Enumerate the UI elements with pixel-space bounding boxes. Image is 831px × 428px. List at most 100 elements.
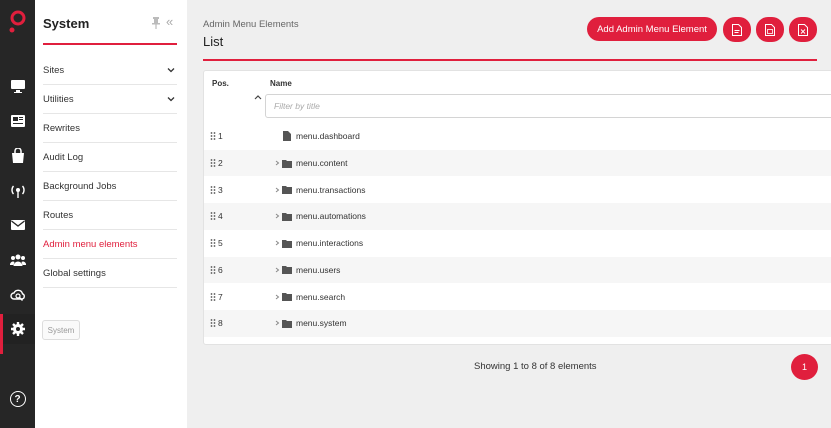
users-icon [9,254,26,266]
drag-handle-icon[interactable] [210,158,216,168]
expand-caret-icon[interactable] [274,294,280,300]
sort-ascending-icon[interactable] [254,93,262,101]
pdf-file-icon [732,23,742,36]
rail-item-mail[interactable] [0,210,35,240]
expand-caret-icon[interactable] [274,267,280,273]
folder-icon [282,159,292,168]
sidebar-item-routes[interactable]: Routes [43,201,177,230]
table-row[interactable]: 6 menu.users [204,256,831,284]
row-position: 3 [218,184,223,195]
sidebar-item-label: Admin menu elements [43,238,138,250]
drag-handle-icon[interactable] [210,131,216,141]
folder-icon [282,239,292,248]
sidebar-item-global-settings[interactable]: Global settings [43,259,177,288]
broadcast-icon [10,185,25,198]
sidebar-item-background-jobs[interactable]: Background Jobs [43,172,177,201]
row-name[interactable]: menu.users [296,265,340,275]
rail-item-newspaper[interactable] [0,106,35,136]
help-button[interactable]: ? [0,386,35,412]
drag-handle-icon[interactable] [210,238,216,248]
drag-handle-icon[interactable] [210,265,216,275]
expand-caret-icon[interactable] [274,213,280,219]
row-name[interactable]: menu.content [296,158,348,168]
filter-by-title-input[interactable]: Filter by title [265,94,831,118]
table-row[interactable]: 7 menu.search [204,283,831,310]
row-position: 2 [218,158,223,169]
column-header-pos[interactable]: Pos. [212,79,229,88]
sidebar-item-label: Rewrites [43,122,80,134]
add-admin-menu-element-button[interactable]: Add Admin Menu Element [587,17,717,41]
table-row[interactable]: 3 menu.transactions [204,176,831,203]
breadcrumb[interactable]: Admin Menu Elements [203,19,299,30]
logo-icon[interactable] [8,10,28,34]
collapse-sidebar-icon[interactable]: « [166,14,173,29]
table-row[interactable]: 4 menu.automations [204,203,831,230]
sidebar-title-underline [43,43,177,45]
sidebar-item-admin-menu-elements[interactable]: Admin menu elements [43,230,177,259]
drag-handle-icon[interactable] [210,211,216,221]
row-name[interactable]: menu.automations [296,211,366,221]
rail-item-cloud-search[interactable] [0,280,35,310]
sidebar-item-label: Sites [43,64,65,76]
sidebar-item-sites[interactable]: Sites [43,56,177,85]
drag-handle-icon[interactable] [210,318,216,328]
row-name[interactable]: menu.system [296,318,347,328]
table-row[interactable]: 1 menu.dashboard [204,123,831,150]
folder-icon [282,212,292,221]
page-button[interactable]: 1 [791,354,818,380]
export-csv-button[interactable] [756,17,784,42]
expand-caret-icon[interactable] [274,240,280,246]
row-name[interactable]: menu.transactions [296,185,365,195]
row-position: 7 [218,291,223,302]
page-title: List [203,34,224,49]
rail-item-broadcast[interactable] [0,176,35,206]
mail-icon [10,220,25,230]
expand-caret-icon[interactable] [274,187,280,193]
help-icon: ? [9,391,26,407]
folder-icon [282,266,292,275]
row-position: 1 [218,131,223,142]
cloud-search-icon [9,289,25,301]
table-row[interactable]: 8 menu.system [204,309,831,337]
sidebar-item-label: Audit Log [43,151,84,163]
chevron-down-icon [167,68,175,73]
row-position: 4 [218,211,223,222]
row-name[interactable]: menu.interactions [296,238,363,248]
folder-icon [282,293,292,302]
shopping-bag-icon [11,148,24,163]
folder-icon [282,186,292,195]
export-pdf-button[interactable] [723,17,751,42]
csv-file-icon [765,23,775,36]
pin-icon[interactable] [151,17,161,29]
table-row[interactable]: 2 menu.content [204,149,831,177]
chevron-down-icon [167,97,175,102]
row-name[interactable]: menu.search [296,292,345,302]
section-sidebar: System « Sites Utilities Rewrites Audit Log… [35,0,187,428]
monitor-icon [10,80,25,93]
expand-caret-icon[interactable] [274,160,280,166]
rail-item-monitor[interactable] [0,71,35,101]
row-position: 5 [218,238,223,249]
drag-handle-icon[interactable] [210,292,216,302]
file-icon [283,131,291,142]
gear-icon [10,322,25,336]
sidebar-item-rewrites[interactable]: Rewrites [43,114,177,143]
excel-file-icon [798,23,808,36]
row-position: 6 [218,264,223,275]
rail-item-users[interactable] [0,245,35,275]
rail-item-shopping-bag[interactable] [0,141,35,171]
folder-icon [282,319,292,328]
sidebar-item-label: Global settings [43,267,106,279]
table-row[interactable]: 5 menu.interactions [204,230,831,257]
export-excel-button[interactable] [789,17,817,42]
expand-caret-icon[interactable] [274,320,280,326]
newspaper-icon [10,115,25,127]
elements-table: Pos. Name Filter by title 1 menu.dashboar… [203,70,831,345]
sidebar-item-audit-log[interactable]: Audit Log [43,143,177,172]
main-content: Admin Menu Elements List Add Admin Menu … [187,0,831,428]
column-header-name[interactable]: Name [270,79,292,88]
row-name[interactable]: menu.dashboard [296,131,360,141]
rail-item-gear[interactable] [0,314,35,354]
drag-handle-icon[interactable] [210,185,216,195]
sidebar-item-utilities[interactable]: Utilities [43,85,177,114]
